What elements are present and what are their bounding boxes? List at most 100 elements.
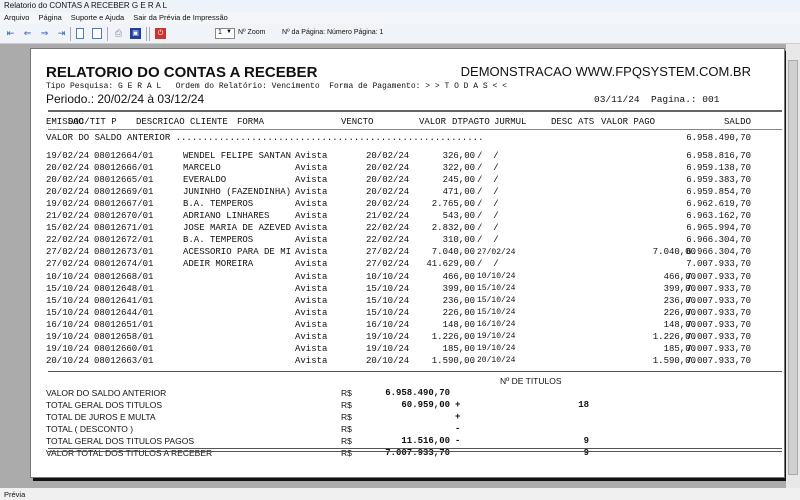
cell-dtpagto: / / (477, 163, 499, 174)
print-icon[interactable]: ⎙ (113, 28, 124, 39)
cell-saldo: 6.958.816,70 (686, 151, 751, 161)
cell-emissao: 20/02/24 (46, 175, 90, 186)
report-page-number: Pagina.: 001 (651, 94, 720, 105)
cell-vencto: 21/02/24 (366, 211, 410, 222)
cell-saldo: 7.007.933,70 (686, 343, 751, 354)
cell-doc: 08012674/01 (94, 259, 154, 270)
toolbar: ⇤ ⇐ ⇒ ⇥ ⎙ ▣ ⏻ 1 ▼ Nº Zoom Nº da Página: N… (0, 24, 800, 44)
summary-currency: R$ (341, 400, 352, 410)
cell-saldo: 6.962.619,70 (686, 199, 751, 210)
cell-emissao: 22/02/24 (46, 235, 90, 246)
cell-valor: 236,00 (442, 295, 475, 306)
cell-doc: 08012644/01 (94, 307, 154, 318)
cell-valor: 1.226,00 (431, 331, 475, 342)
export-icon[interactable]: ▣ (130, 28, 141, 39)
cell-forma: Avista (295, 235, 328, 246)
cell-emissao: 20/02/24 (46, 163, 90, 174)
menu-sair[interactable]: Sair da Prévia de Impressão (133, 13, 228, 23)
summary-currency: R$ (341, 448, 352, 458)
cell-forma: Avista (295, 199, 328, 210)
cell-vencto: 20/02/24 (366, 151, 410, 161)
cell-descricao: B.A. TEMPEROS (183, 235, 254, 246)
chevron-down-icon: ▼ (226, 29, 232, 35)
cell-dtpagto: 10/10/24 (477, 272, 516, 281)
report-period: Periodo.: 20/02/24 à 03/12/24 (46, 92, 205, 106)
cell-emissao: 10/10/24 (46, 271, 90, 282)
cell-dtpagto: / / (477, 175, 499, 186)
cell-doc: 08012668/01 (94, 271, 154, 282)
cell-descricao: ACESSORIO PARA DE MI (183, 247, 292, 258)
column-header-doc: DOC/TIT P (68, 117, 117, 127)
next-page-icon[interactable]: ⇒ (39, 28, 50, 39)
cell-vencto: 15/10/24 (366, 283, 410, 294)
cell-emissao: 27/02/24 (46, 259, 90, 270)
cell-vencto: 20/02/24 (366, 187, 410, 198)
zoom-label: Nº Zoom (238, 29, 266, 36)
cell-valor: 322,00 (442, 163, 475, 174)
first-page-icon[interactable]: ⇤ (5, 28, 16, 39)
cell-forma: Avista (295, 211, 328, 222)
close-preview-icon[interactable]: ⏻ (155, 28, 166, 39)
cell-doc: 08012673/01 (94, 247, 154, 258)
two-pages-icon[interactable] (92, 28, 102, 39)
column-header-vencto: VENCTO (341, 117, 374, 127)
column-header-dtpagto: DTPAGTO (452, 117, 490, 127)
cell-emissao: 20/02/24 (46, 187, 90, 198)
menu-arquivo[interactable]: Arquivo (4, 13, 29, 23)
cell-vencto: 22/02/24 (366, 223, 410, 234)
cell-emissao: 15/02/24 (46, 223, 90, 234)
cell-valor: 7.040,00 (431, 247, 475, 258)
cell-forma: Avista (295, 283, 328, 294)
cell-saldo: 7.007.933,70 (686, 283, 751, 294)
summary-value: 11.516,00 (401, 436, 450, 446)
cell-dtpagto: / / (477, 235, 499, 246)
menu-suporte[interactable]: Suporte e Ajuda (71, 13, 124, 23)
cell-valor: 471,00 (442, 187, 475, 198)
cell-vencto: 22/02/24 (366, 235, 410, 246)
cell-vencto: 20/10/24 (366, 355, 410, 366)
cell-descricao: ADEIR MOREIRA (183, 259, 254, 270)
cell-dtpagto: 15/10/24 (477, 308, 516, 318)
summary-currency: R$ (341, 436, 352, 446)
menu-pagina[interactable]: Página (38, 13, 61, 23)
cell-descricao: EVERALDO (183, 175, 227, 186)
vertical-scrollbar[interactable] (786, 44, 800, 488)
cell-dtpagto: / / (477, 199, 499, 210)
cell-descricao: JUNINHO (FAZENDINHA) (183, 187, 292, 198)
zoom-select[interactable]: 1 ▼ (215, 28, 235, 39)
cell-vencto: 19/10/24 (366, 331, 410, 342)
summary-value: 60.959,00 (401, 400, 450, 410)
summary-label: TOTAL ( DESCONTO ) (46, 424, 134, 434)
cell-emissao: 15/10/24 (46, 307, 90, 318)
cell-doc: 08012648/01 (94, 283, 154, 294)
cell-vencto: 20/02/24 (366, 199, 410, 210)
company-name: DEMONSTRACAO WWW.FPQSYSTEM.COM.BR (460, 64, 751, 79)
summary-sign: + (455, 400, 461, 410)
summary-value: 7.007.933,70 (385, 448, 450, 458)
cell-doc: 08012666/01 (94, 163, 154, 174)
cell-saldo: 7.007.933,70 (686, 259, 751, 270)
cell-saldo: 7.007.933,70 (686, 271, 751, 282)
prev-page-icon[interactable]: ⇐ (22, 28, 33, 39)
summary-currency: R$ (341, 412, 352, 422)
scrollbar-thumb[interactable] (788, 60, 798, 475)
cell-saldo: 7.007.933,70 (686, 331, 751, 342)
cell-descricao: WENDEL FELIPE SANTAN (183, 151, 292, 161)
column-header-jurmul: JURMUL (494, 117, 527, 127)
cell-valor: 226,00 (442, 307, 475, 318)
summary-sign: - (455, 436, 461, 446)
cell-doc: 08012663/01 (94, 355, 154, 366)
cell-saldo: 7.007.933,70 (686, 319, 751, 330)
cell-emissao: 16/10/24 (46, 319, 90, 330)
cell-forma: Avista (295, 187, 328, 198)
cell-doc: 08012664/01 (94, 151, 154, 161)
report-title: RELATORIO DO CONTAS A RECEBER (46, 64, 318, 81)
cell-vencto: 16/10/24 (366, 319, 410, 330)
cell-emissao: 19/10/24 (46, 343, 90, 354)
cell-emissao: 19/10/24 (46, 331, 90, 342)
cell-doc: 08012667/01 (94, 199, 154, 210)
last-page-icon[interactable]: ⇥ (56, 28, 67, 39)
cell-forma: Avista (295, 319, 328, 330)
zoom-value: 1 (218, 29, 222, 36)
single-page-icon[interactable] (76, 28, 84, 39)
